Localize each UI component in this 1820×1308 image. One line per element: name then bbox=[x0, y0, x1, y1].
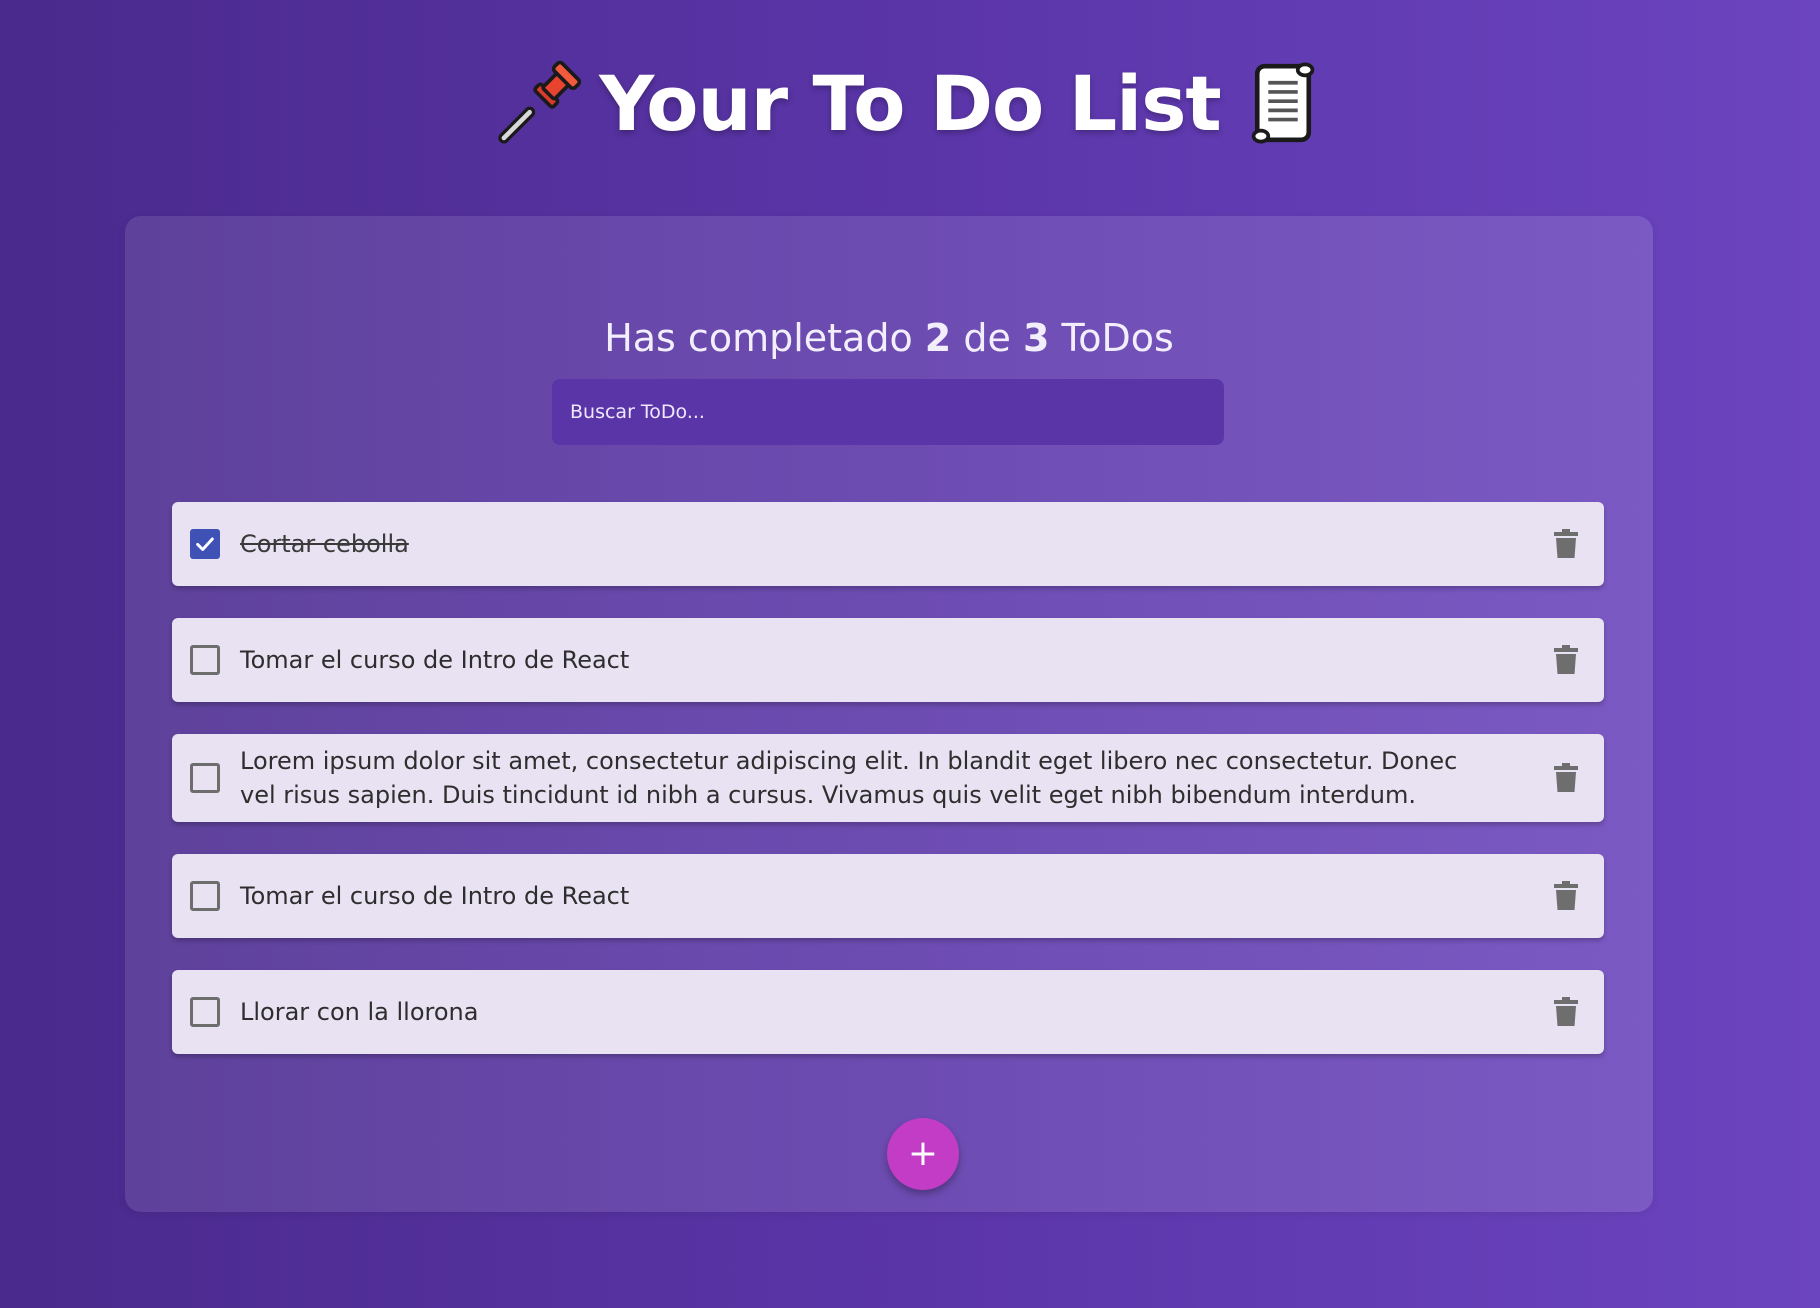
trash-icon bbox=[1554, 645, 1578, 674]
todo-text: Lorem ipsum dolor sit amet, consectetur … bbox=[240, 747, 1458, 809]
todo-item: Llorar con la llorona bbox=[172, 970, 1604, 1054]
todo-checkbox[interactable] bbox=[190, 763, 220, 793]
delete-todo-button[interactable] bbox=[1550, 526, 1582, 562]
todo-text: Tomar el curso de Intro de React bbox=[240, 882, 630, 910]
check-icon bbox=[196, 537, 214, 551]
delete-todo-button[interactable] bbox=[1550, 878, 1582, 914]
trash-icon bbox=[1554, 529, 1578, 558]
counter-middle: de bbox=[963, 316, 1011, 360]
delete-todo-button[interactable] bbox=[1550, 760, 1582, 796]
delete-todo-button[interactable] bbox=[1550, 994, 1582, 1030]
search-input[interactable] bbox=[552, 379, 1224, 445]
counter-prefix: Has completado bbox=[604, 316, 913, 360]
todo-item: Lorem ipsum dolor sit amet, consectetur … bbox=[172, 734, 1604, 822]
todo-text: Cortar cebolla bbox=[240, 530, 409, 558]
todo-checkbox[interactable] bbox=[190, 645, 220, 675]
trash-icon bbox=[1554, 997, 1578, 1026]
todo-item: Tomar el curso de Intro de React bbox=[172, 618, 1604, 702]
scroll-icon bbox=[1235, 55, 1331, 151]
page-title: Your To Do List bbox=[599, 58, 1222, 148]
counter-suffix: ToDos bbox=[1061, 316, 1174, 360]
todo-text: Tomar el curso de Intro de React bbox=[240, 646, 630, 674]
todo-item: Tomar el curso de Intro de React bbox=[172, 854, 1604, 938]
todo-text: Llorar con la llorona bbox=[240, 998, 479, 1026]
trash-icon bbox=[1554, 763, 1578, 792]
completed-count: 2 bbox=[924, 316, 952, 360]
todo-item: Cortar cebolla bbox=[172, 502, 1604, 586]
add-todo-button[interactable]: + bbox=[887, 1118, 959, 1190]
todo-checkbox[interactable] bbox=[190, 997, 220, 1027]
todo-checkbox[interactable] bbox=[190, 529, 220, 559]
todo-counter: Has completado 2 de 3 ToDos bbox=[125, 316, 1653, 360]
delete-todo-button[interactable] bbox=[1550, 642, 1582, 678]
todo-list: Cortar cebolla Tomar el curso de Intro d… bbox=[172, 502, 1604, 1054]
total-count: 3 bbox=[1022, 316, 1050, 360]
todo-card: Has completado 2 de 3 ToDos Cortar cebol… bbox=[125, 216, 1653, 1212]
app-header: Your To Do List bbox=[0, 48, 1820, 158]
todo-checkbox[interactable] bbox=[190, 881, 220, 911]
trash-icon bbox=[1554, 881, 1578, 910]
pushpin-icon bbox=[489, 55, 585, 151]
